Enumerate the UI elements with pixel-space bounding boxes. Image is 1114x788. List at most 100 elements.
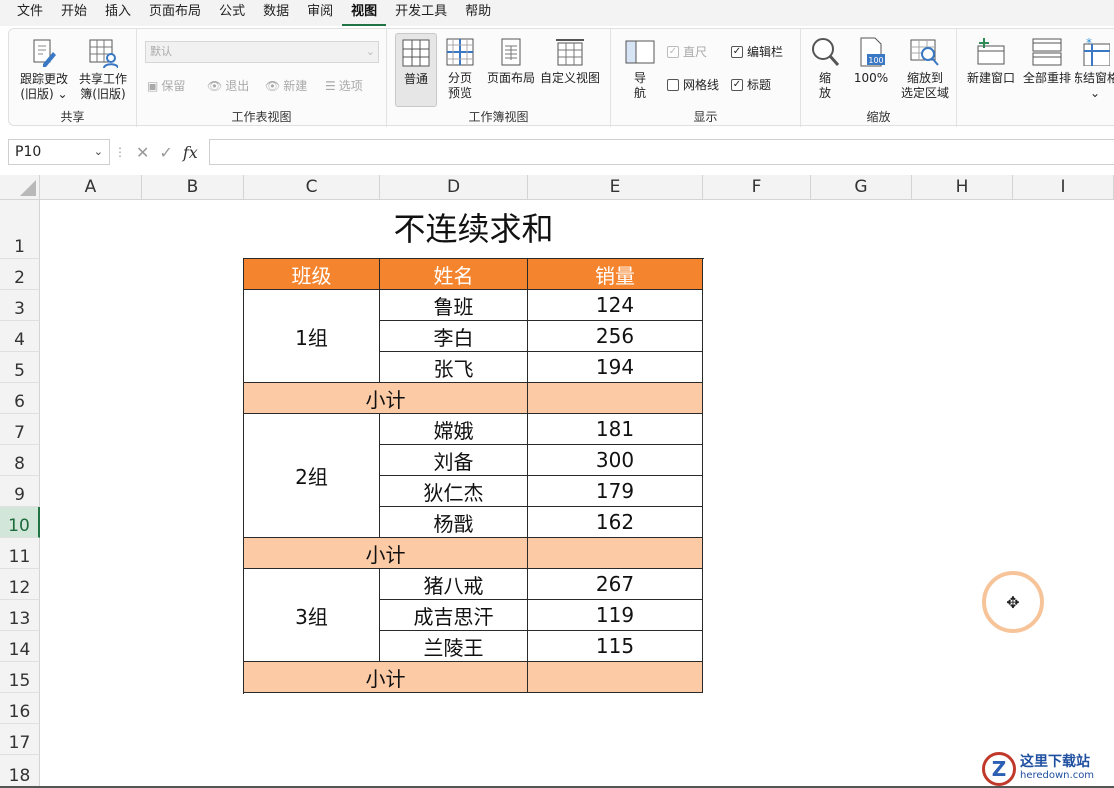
gridlines-checkbox[interactable]: 网格线 — [667, 76, 719, 93]
row-header-5[interactable]: 5 — [0, 352, 40, 383]
row-header-1[interactable]: 1 — [0, 200, 40, 259]
name-cell[interactable]: 鲁班 — [380, 290, 528, 321]
menu-item-4[interactable]: 公式 — [210, 0, 254, 26]
column-header-c[interactable]: C — [244, 175, 380, 200]
menu-item-6[interactable]: 审阅 — [298, 0, 342, 26]
sales-cell[interactable]: 179 — [528, 476, 703, 507]
row-header-9[interactable]: 9 — [0, 476, 40, 507]
page-break-preview-button[interactable]: 分页 预览 — [439, 36, 481, 101]
sales-cell[interactable]: 256 — [528, 321, 703, 352]
ruler-checkbox[interactable]: ✓ 直尺 — [667, 43, 707, 60]
cancel-icon[interactable]: ✕ — [136, 143, 149, 162]
subtotal-value-cell[interactable] — [528, 383, 703, 414]
zoom-to-selection-button[interactable]: 缩放到 选定区域 — [893, 36, 957, 101]
menu-item-3[interactable]: 页面布局 — [140, 0, 210, 26]
row-header-12[interactable]: 12 — [0, 569, 40, 600]
column-header-b[interactable]: B — [142, 175, 244, 200]
custom-view-button[interactable]: 自定义视图 — [537, 36, 603, 86]
name-cell[interactable]: 成吉思汗 — [380, 600, 528, 631]
normal-view-button[interactable]: 普通 — [395, 33, 437, 107]
menu-item-5[interactable]: 数据 — [254, 0, 298, 26]
menu-item-1[interactable]: 开始 — [52, 0, 96, 26]
sales-cell[interactable]: 300 — [528, 445, 703, 476]
row-header-10[interactable]: 10 — [0, 507, 40, 538]
column-header-d[interactable]: D — [380, 175, 528, 200]
sales-cell[interactable]: 162 — [528, 507, 703, 538]
options-button[interactable]: ☰ 选项 — [325, 77, 363, 94]
row-header-14[interactable]: 14 — [0, 631, 40, 662]
row-header-3[interactable]: 3 — [0, 290, 40, 321]
menu-item-9[interactable]: 帮助 — [456, 0, 500, 26]
column-header-a[interactable]: A — [40, 175, 142, 200]
enter-icon[interactable]: ✓ — [159, 143, 172, 162]
header-class[interactable]: 班级 — [244, 259, 380, 290]
name-cell[interactable]: 猪八戒 — [380, 569, 528, 600]
name-box[interactable]: P10 ⌄ — [8, 139, 110, 165]
sales-cell[interactable]: 124 — [528, 290, 703, 321]
new-window-button[interactable]: 新建窗口 — [963, 36, 1019, 86]
zoom-100-button[interactable]: 100 100% — [849, 36, 893, 86]
keep-button[interactable]: ▣ 保留 — [147, 77, 185, 94]
name-cell[interactable]: 李白 — [380, 321, 528, 352]
menu-item-2[interactable]: 插入 — [96, 0, 140, 26]
group-cell[interactable]: 3组 — [244, 569, 380, 662]
subtotal-value-cell[interactable] — [528, 538, 703, 569]
watermark: Z 这里下载站 heredown.com — [982, 750, 1114, 788]
sales-cell[interactable]: 119 — [528, 600, 703, 631]
row-header-8[interactable]: 8 — [0, 445, 40, 476]
formula-bar-label: 编辑栏 — [747, 45, 784, 59]
page-layout-button[interactable]: 页面布局 — [483, 36, 539, 86]
name-cell[interactable]: 狄仁杰 — [380, 476, 528, 507]
row-header-7[interactable]: 7 — [0, 414, 40, 445]
navigation-button[interactable]: 导 航 — [621, 36, 659, 101]
menu-item-0[interactable]: 文件 — [8, 0, 52, 26]
exit-button[interactable]: 👁 退出 — [207, 77, 249, 94]
header-sales[interactable]: 销量 — [528, 259, 703, 290]
name-cell[interactable]: 张飞 — [380, 352, 528, 383]
row-header-4[interactable]: 4 — [0, 321, 40, 352]
headings-checkbox[interactable]: ✓ 标题 — [731, 76, 771, 93]
name-cell[interactable]: 嫦娥 — [380, 414, 528, 445]
row-header-11[interactable]: 11 — [0, 538, 40, 569]
row-header-15[interactable]: 15 — [0, 662, 40, 693]
subtotal-label-cell[interactable]: 小计 — [244, 383, 528, 414]
column-header-g[interactable]: G — [811, 175, 912, 200]
subtotal-label-cell[interactable]: 小计 — [244, 538, 528, 569]
row-header-13[interactable]: 13 — [0, 600, 40, 631]
row-header-16[interactable]: 16 — [0, 693, 40, 724]
arrange-all-button[interactable]: 全部重排 — [1019, 36, 1075, 86]
group-cell[interactable]: 1组 — [244, 290, 380, 383]
header-name[interactable]: 姓名 — [380, 259, 528, 290]
name-cell[interactable]: 杨戬 — [380, 507, 528, 538]
freeze-panes-button[interactable]: * 冻结窗格 ⌄ — [1075, 36, 1114, 101]
name-cell[interactable]: 刘备 — [380, 445, 528, 476]
share-workbook-button[interactable]: 共享工作 簿(旧版) — [73, 37, 133, 102]
insert-function-icon[interactable]: fx — [183, 143, 198, 162]
sales-cell[interactable]: 181 — [528, 414, 703, 445]
new-sheet-view-button[interactable]: 👁 新建 — [265, 77, 307, 94]
row-header-18[interactable]: 18 — [0, 755, 40, 788]
row-header-17[interactable]: 17 — [0, 724, 40, 755]
menu-item-8[interactable]: 开发工具 — [386, 0, 456, 26]
select-all-button[interactable] — [0, 175, 40, 200]
formula-input[interactable] — [209, 139, 1114, 165]
column-header-e[interactable]: E — [528, 175, 703, 200]
row-header-2[interactable]: 2 — [0, 259, 40, 290]
group-cell[interactable]: 2组 — [244, 414, 380, 538]
sheet-title[interactable]: 不连续求和 — [244, 200, 703, 254]
zoom-button[interactable]: 缩 放 — [807, 36, 843, 101]
column-header-h[interactable]: H — [912, 175, 1013, 200]
sales-cell[interactable]: 115 — [528, 631, 703, 662]
formula-bar-checkbox[interactable]: ✓ 编辑栏 — [731, 43, 783, 60]
name-cell[interactable]: 兰陵王 — [380, 631, 528, 662]
subtotal-label-cell[interactable]: 小计 — [244, 662, 528, 693]
column-header-f[interactable]: F — [703, 175, 811, 200]
sales-cell[interactable]: 194 — [528, 352, 703, 383]
menu-item-7[interactable]: 视图 — [342, 0, 387, 26]
track-changes-button[interactable]: 跟踪更改 (旧版) ⌄ — [15, 37, 73, 102]
subtotal-value-cell[interactable] — [528, 662, 703, 693]
sheet-view-combo[interactable]: 默认 ⌄ — [145, 41, 379, 63]
row-header-6[interactable]: 6 — [0, 383, 40, 414]
sales-cell[interactable]: 267 — [528, 569, 703, 600]
column-header-i[interactable]: I — [1013, 175, 1114, 200]
